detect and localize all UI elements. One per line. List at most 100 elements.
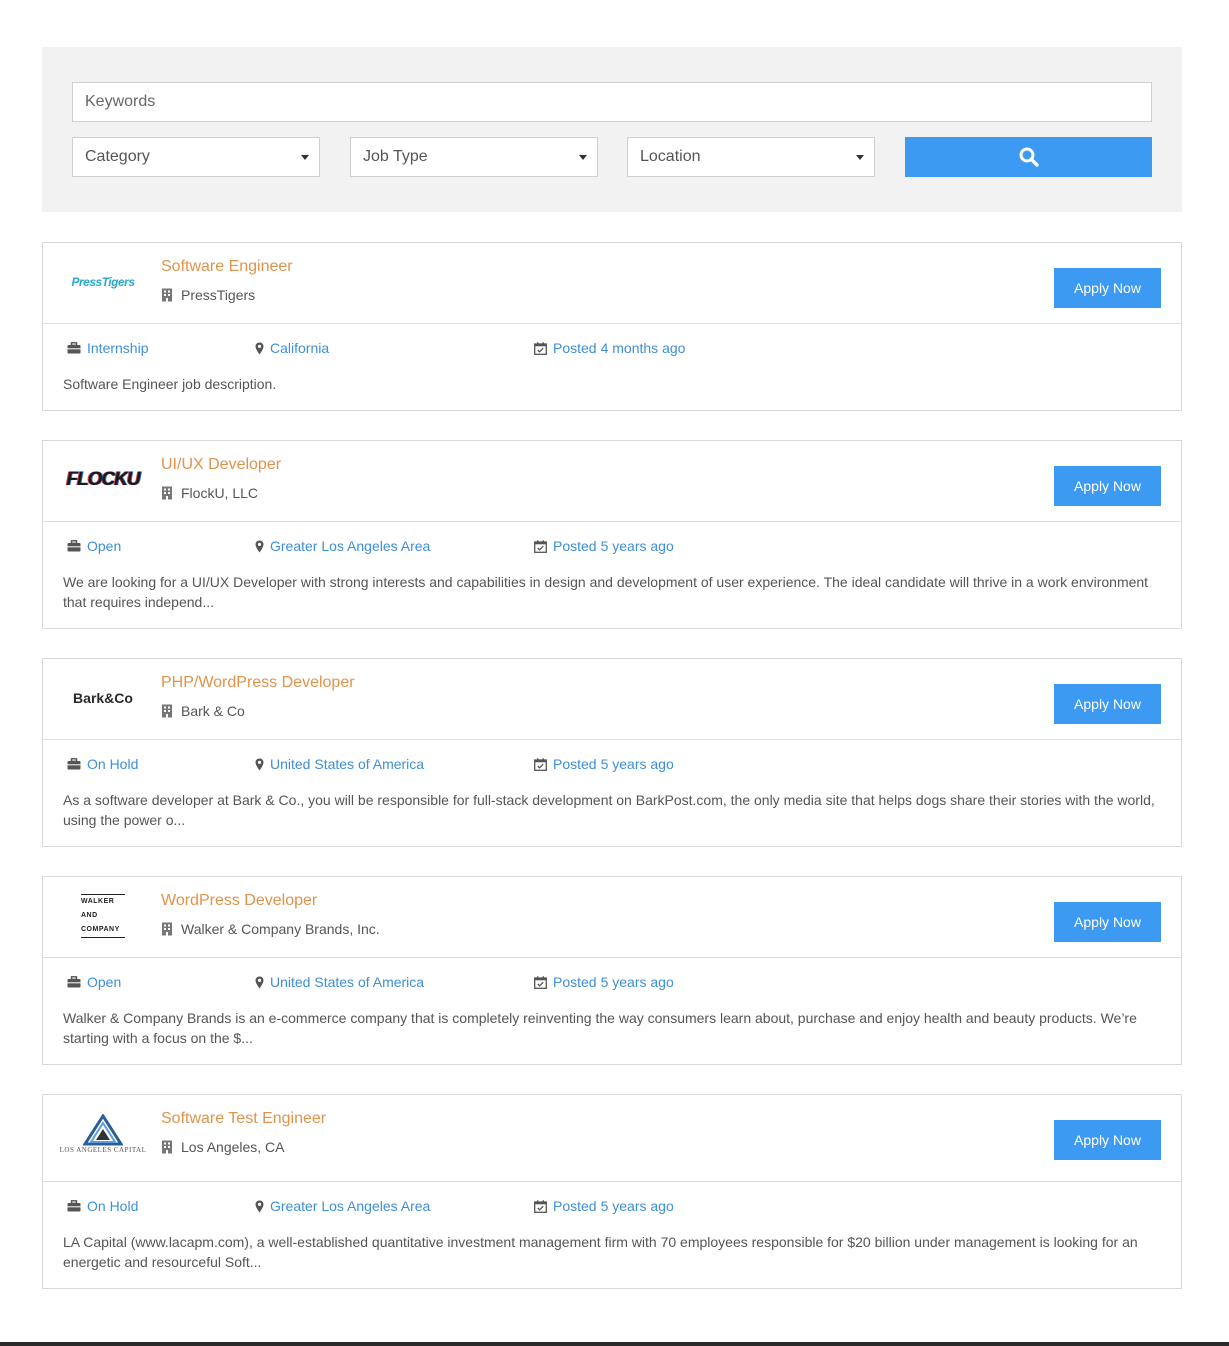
briefcase-icon xyxy=(67,1200,81,1212)
company-logo: WALKER AND COMPANY xyxy=(61,887,145,945)
job-meta: On Hold Greater Los Angeles Area Posted … xyxy=(63,1182,1161,1232)
posted-prefix: Posted xyxy=(553,974,597,990)
company-logo-text: LOS ANGELES CAPITAL xyxy=(59,1146,147,1154)
company-name: Walker & Company Brands, Inc. xyxy=(161,921,380,937)
map-marker-icon xyxy=(255,976,264,988)
company-logo: FLOCKU xyxy=(61,451,145,509)
job-meta: Internship California Posted 4 months ag… xyxy=(63,324,1161,374)
job-location-tag[interactable]: United States of America xyxy=(255,756,424,772)
job-type-text: On Hold xyxy=(87,756,139,772)
briefcase-icon xyxy=(67,342,81,354)
briefcase-icon xyxy=(67,540,81,552)
posted-prefix: Posted xyxy=(553,756,597,772)
job-description: As a software developer at Bark & Co., y… xyxy=(63,792,1155,828)
job-card-body: On Hold United States of America Posted … xyxy=(43,740,1181,846)
job-card-header: Bark&Co PHP/WordPress Developer Bark & C… xyxy=(43,659,1181,740)
company-name-text: FlockU, LLC xyxy=(181,485,259,501)
company-name-text: Walker & Company Brands, Inc. xyxy=(181,921,380,937)
job-location-tag[interactable]: Greater Los Angeles Area xyxy=(255,1198,430,1214)
footer-bar xyxy=(0,1342,1229,1346)
job-description: Walker & Company Brands is an e-commerce… xyxy=(63,1010,1137,1046)
job-posted-date: Posted 5 years ago xyxy=(534,538,674,554)
job-type-tag[interactable]: Open xyxy=(67,974,121,990)
company-logo: LOS ANGELES CAPITAL xyxy=(59,1105,147,1163)
company-logo-text: FLOCKU xyxy=(66,469,140,490)
job-card-header: WALKER AND COMPANY WordPress Developer W… xyxy=(43,877,1181,958)
job-type-text: On Hold xyxy=(87,1198,139,1214)
posted-ago: 5 years ago xyxy=(600,1198,674,1214)
calendar-check-icon xyxy=(534,1199,547,1213)
map-marker-icon xyxy=(255,758,264,770)
job-card-header: LOS ANGELES CAPITAL Software Test Engine… xyxy=(43,1095,1181,1182)
calendar-check-icon xyxy=(534,975,547,989)
job-description: Software Engineer job description. xyxy=(63,376,277,392)
job-location-text: United States of America xyxy=(270,974,425,990)
job-location-tag[interactable]: Greater Los Angeles Area xyxy=(255,538,430,554)
company-name-text: Bark & Co xyxy=(181,703,245,719)
triangle-logo-icon xyxy=(83,1114,123,1146)
job-posted-date: Posted 4 months ago xyxy=(534,340,685,356)
calendar-check-icon xyxy=(534,341,547,355)
job-title-link[interactable]: WordPress Developer xyxy=(161,892,317,910)
job-title-link[interactable]: Software Engineer xyxy=(161,258,293,276)
job-type-select-label: Job Type xyxy=(363,148,428,165)
caret-down-icon xyxy=(856,155,864,160)
job-type-tag[interactable]: Open xyxy=(67,538,121,554)
briefcase-icon xyxy=(67,758,81,770)
building-icon xyxy=(162,288,172,302)
posted-prefix: Posted xyxy=(553,1198,597,1214)
search-button[interactable] xyxy=(905,137,1152,177)
company-logo-text: Bark&Co xyxy=(73,690,133,706)
category-select-label: Category xyxy=(85,148,150,165)
apply-now-button[interactable]: Apply Now xyxy=(1054,1120,1161,1160)
job-posted-date: Posted 5 years ago xyxy=(534,756,674,772)
job-type-text: Open xyxy=(87,538,122,554)
company-logo: Bark&Co xyxy=(61,669,145,727)
search-icon xyxy=(1019,147,1039,167)
job-location-text: United States of America xyxy=(270,756,425,772)
posted-prefix: Posted xyxy=(553,538,597,554)
job-meta: Open United States of America Posted 5 y… xyxy=(63,958,1161,1008)
map-marker-icon xyxy=(255,1200,264,1212)
job-type-select[interactable]: Job Type xyxy=(350,137,598,177)
apply-now-button[interactable]: Apply Now xyxy=(1054,684,1161,724)
job-card-header: PressTigers Software Engineer PressTiger… xyxy=(43,243,1181,324)
calendar-check-icon xyxy=(534,757,547,771)
job-type-tag[interactable]: Internship xyxy=(67,340,148,356)
job-card: Bark&Co PHP/WordPress Developer Bark & C… xyxy=(42,658,1182,847)
job-card-body: Open United States of America Posted 5 y… xyxy=(43,958,1181,1064)
company-name-text: Los Angeles, CA xyxy=(181,1139,285,1155)
job-card-body: Open Greater Los Angeles Area Posted 5 y… xyxy=(43,522,1181,628)
job-type-tag[interactable]: On Hold xyxy=(67,756,138,772)
job-title-link[interactable]: PHP/WordPress Developer xyxy=(161,674,355,692)
posted-prefix: Posted xyxy=(553,340,597,356)
location-select[interactable]: Location xyxy=(627,137,875,177)
job-location-tag[interactable]: California xyxy=(255,340,329,356)
job-description: LA Capital (www.lacapm.com), a well-esta… xyxy=(63,1234,1138,1270)
posted-ago: 5 years ago xyxy=(600,538,674,554)
posted-ago: 4 months ago xyxy=(600,340,686,356)
map-marker-icon xyxy=(255,342,264,354)
job-type-tag[interactable]: On Hold xyxy=(67,1198,138,1214)
company-logo-text: PressTigers xyxy=(71,275,136,289)
building-icon xyxy=(162,922,172,936)
briefcase-icon xyxy=(67,976,81,988)
posted-ago: 5 years ago xyxy=(600,974,674,990)
company-name-text: PressTigers xyxy=(181,287,256,303)
job-card-header: FLOCKU UI/UX Developer FlockU, LLC Apply… xyxy=(43,441,1181,522)
job-card: LOS ANGELES CAPITAL Software Test Engine… xyxy=(42,1094,1182,1289)
category-select[interactable]: Category xyxy=(72,137,320,177)
job-title-link[interactable]: Software Test Engineer xyxy=(161,1110,326,1128)
apply-now-button[interactable]: Apply Now xyxy=(1054,268,1161,308)
company-name: PressTigers xyxy=(161,287,255,303)
keywords-input[interactable] xyxy=(72,82,1152,122)
apply-now-button[interactable]: Apply Now xyxy=(1054,902,1161,942)
caret-down-icon xyxy=(579,155,587,160)
job-title-link[interactable]: UI/UX Developer xyxy=(161,456,281,474)
job-location-tag[interactable]: United States of America xyxy=(255,974,424,990)
company-logo-text: WALKER AND COMPANY xyxy=(81,894,125,938)
map-marker-icon xyxy=(255,540,264,552)
job-posted-date: Posted 5 years ago xyxy=(534,1198,674,1214)
company-name: FlockU, LLC xyxy=(161,485,258,501)
apply-now-button[interactable]: Apply Now xyxy=(1054,466,1161,506)
